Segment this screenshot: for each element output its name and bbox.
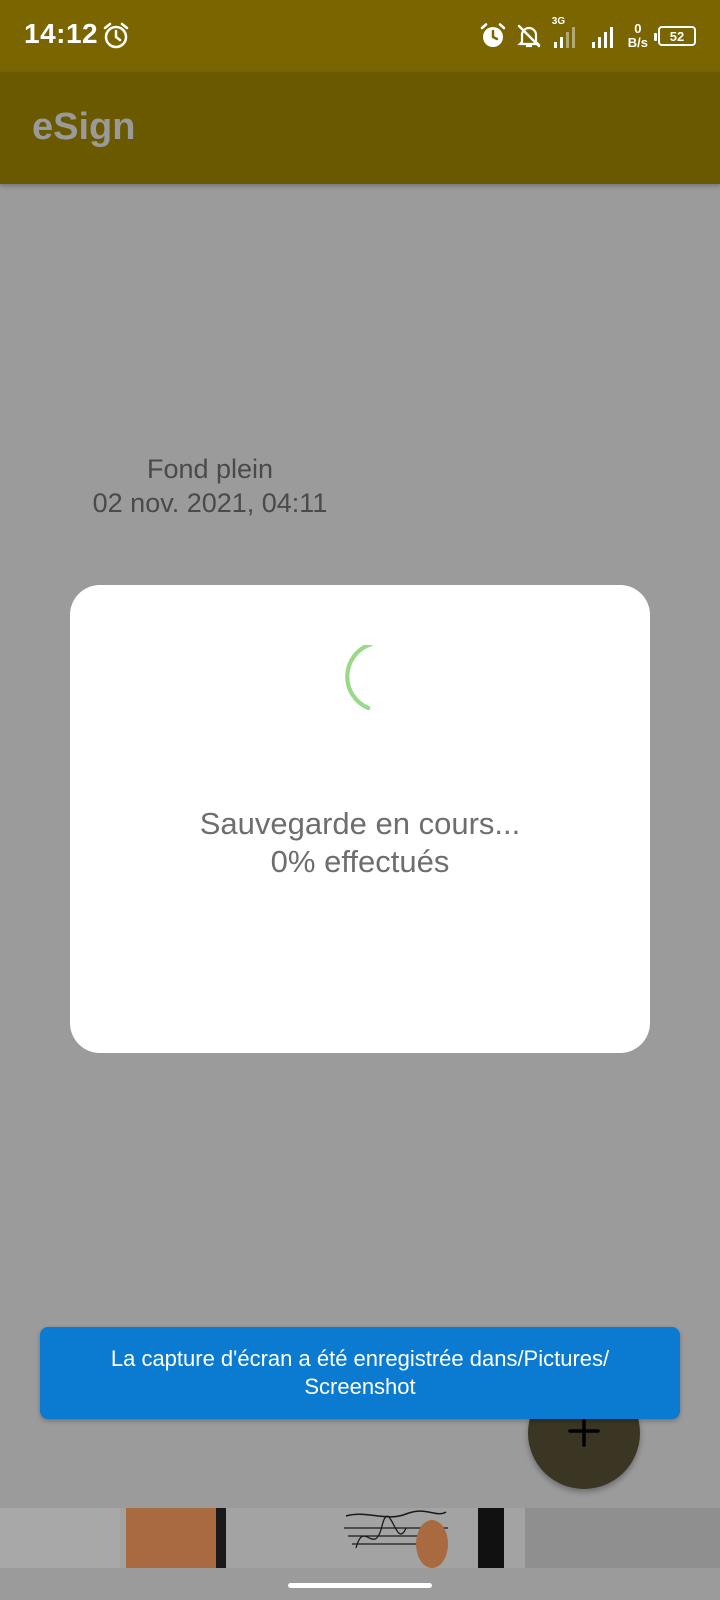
thumbnail-strip[interactable]: [0, 1508, 720, 1568]
thumbnail-black-bar: [478, 1508, 504, 1568]
signal-icon: [590, 22, 618, 50]
document-name: Fond plein: [146, 454, 274, 484]
saving-dialog: Sauvegarde en cours... 0% effectués: [70, 585, 650, 1053]
document-card[interactable]: Fond plein 02 nov. 2021, 04:11: [60, 452, 360, 520]
battery-nub: [654, 33, 657, 41]
alarm-icon: [480, 23, 506, 49]
battery-level: 52: [669, 28, 685, 44]
loading-spinner: [340, 642, 400, 725]
thumbnail-hand: [126, 1508, 226, 1568]
document-date: 02 nov. 2021, 04:11: [92, 488, 328, 518]
network-type-label: 3G: [551, 16, 566, 27]
status-bar: 14:12 3G 0 B/s 52: [0, 0, 720, 72]
net-speed: 0 B/s: [628, 22, 648, 50]
saving-status-text: Sauvegarde en cours...: [199, 806, 521, 841]
signal-icon: 3G: [552, 16, 580, 50]
app-title: eSign: [32, 106, 136, 148]
net-speed-value: 0: [634, 21, 642, 36]
battery-icon: 52: [654, 26, 696, 46]
bell-off-icon: [516, 23, 542, 49]
app-bar: eSign: [0, 72, 720, 184]
thumbnail-left: [0, 1508, 120, 1568]
thumbnail-right: [525, 1508, 720, 1568]
status-time: 14:12: [24, 18, 99, 49]
status-icons: 3G 0 B/s 52: [480, 16, 696, 54]
net-speed-unit: B/s: [627, 35, 648, 50]
toast-message: La capture d'écran a été enregistrée dan…: [110, 1346, 610, 1399]
alarm-icon: [102, 22, 130, 50]
gesture-bar[interactable]: [288, 1583, 432, 1588]
saving-progress-text: 0% effectués: [270, 844, 450, 879]
screenshot-toast: La capture d'écran a été enregistrée dan…: [40, 1327, 680, 1419]
dialog-message: Sauvegarde en cours... 0% effectués: [70, 805, 650, 881]
thumbnail-divider: [216, 1508, 226, 1568]
